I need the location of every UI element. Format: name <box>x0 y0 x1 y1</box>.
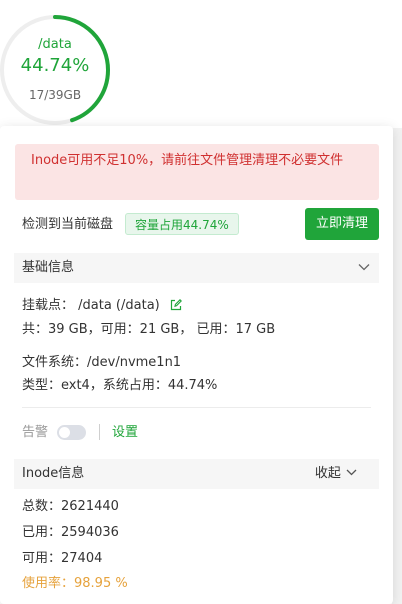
alarm-row: 告警 设置 <box>22 423 222 443</box>
inode-info-header: Inode信息 收起 <box>14 459 379 489</box>
separator <box>99 424 100 440</box>
toggle-knob <box>59 427 70 438</box>
disk-size: 17/39GB <box>28 88 82 102</box>
divider <box>22 407 371 408</box>
alarm-settings-link[interactable]: 设置 <box>112 424 138 441</box>
clean-now-button[interactable]: 立即清理 <box>305 208 379 240</box>
capacity-info: 共：39 GB，可用：21 GB， 已用：17 GB <box>22 322 276 337</box>
detect-label: 检测到当前磁盘 <box>22 217 114 232</box>
detect-row: 检测到当前磁盘 容量占用44.74% 立即清理 <box>22 208 379 242</box>
alert-message: Inode可用不足10%，请前往文件管理清理不必要文件 <box>31 153 344 168</box>
mount-point-row: 挂载点： /data (/data) <box>22 297 182 314</box>
alarm-toggle[interactable] <box>57 425 86 440</box>
type-info: 类型：ext4，系统占用：44.74% <box>22 378 218 393</box>
disk-usage-gauge[interactable]: /data 44.74% 17/39GB <box>0 0 112 126</box>
edit-icon[interactable] <box>170 299 182 311</box>
chevron-down-icon <box>346 469 357 476</box>
inode-used: 已用：2594036 <box>22 525 119 540</box>
collapse-label: 收起 <box>314 466 341 481</box>
disk-detail-panel: Inode可用不足10%，请前往文件管理清理不必要文件 检测到当前磁盘 容量占用… <box>0 126 393 604</box>
inode-warning-alert: Inode可用不足10%，请前往文件管理清理不必要文件 <box>15 144 379 200</box>
inode-total: 总数：2621440 <box>22 499 119 514</box>
basic-info-title: 基础信息 <box>22 260 75 275</box>
inode-usage-rate: 使用率：98.95 % <box>22 576 128 591</box>
alarm-label: 告警 <box>22 425 49 440</box>
capacity-usage-tag: 容量占用44.74% <box>125 213 239 235</box>
collapse-toggle[interactable]: 收起 <box>315 459 357 489</box>
disk-path: /data <box>38 37 72 52</box>
filesystem-info: 文件系统：/dev/nvme1n1 <box>22 355 182 370</box>
disk-percent: 44.74% <box>20 55 90 76</box>
inode-info-title: Inode信息 <box>22 466 85 481</box>
inode-available: 可用：27404 <box>22 551 103 566</box>
background-strip <box>392 128 402 604</box>
mount-point: 挂载点： /data (/data) <box>22 298 160 313</box>
basic-info-header[interactable]: 基础信息 <box>14 253 379 283</box>
chevron-down-icon <box>358 264 370 271</box>
